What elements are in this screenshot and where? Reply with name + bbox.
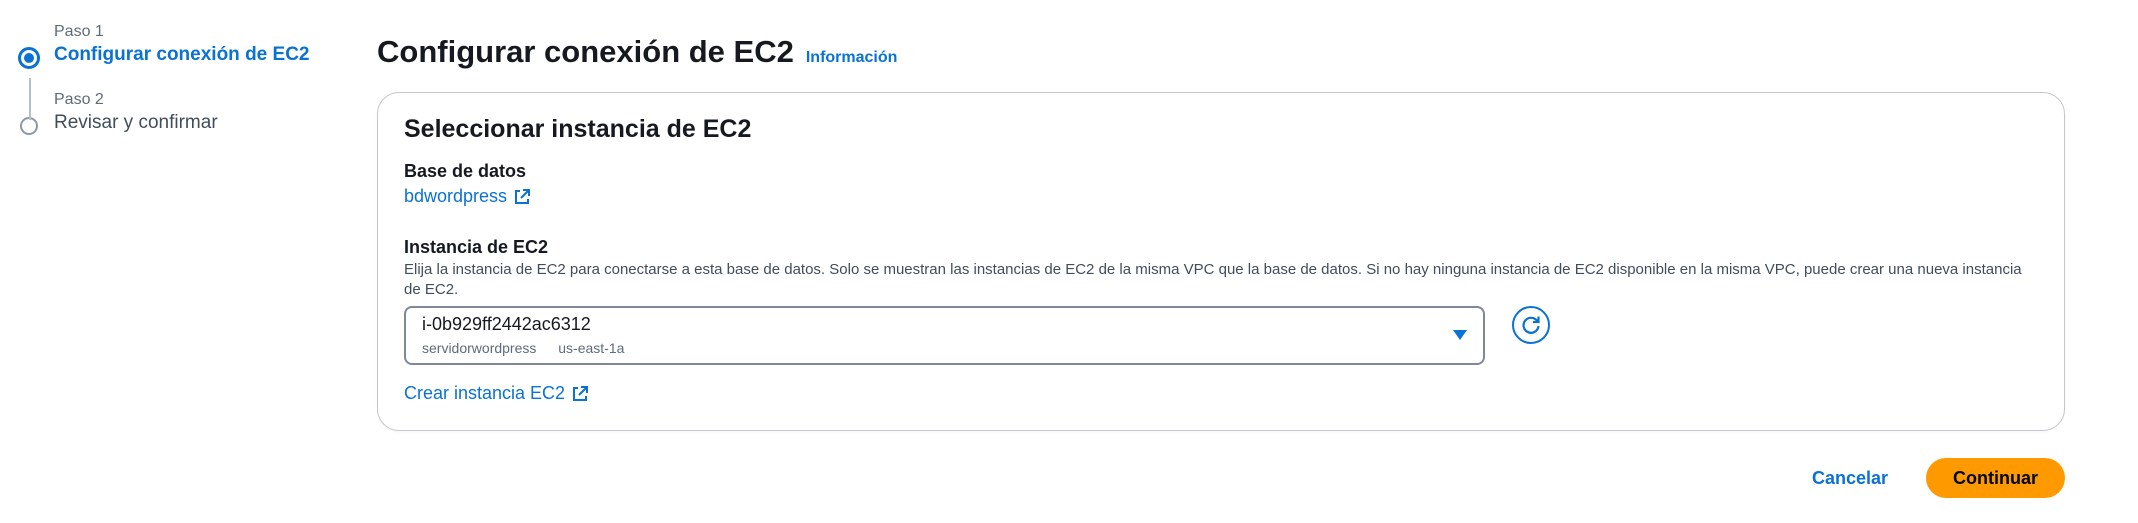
- external-link-icon: [573, 385, 589, 401]
- database-link-text: bdwordpress: [404, 186, 508, 206]
- page-header: Configurar conexión de EC2 Información: [377, 34, 897, 70]
- caret-down-icon: [1453, 330, 1467, 340]
- form-actions: Cancelar Continuar: [1812, 458, 2065, 498]
- cancel-button[interactable]: Cancelar: [1812, 468, 1888, 489]
- select-ec2-container: Seleccionar instancia de EC2 Base de dat…: [377, 92, 2065, 431]
- step-active-indicator-icon: [18, 47, 40, 69]
- database-link[interactable]: bdwordpress: [404, 186, 531, 207]
- instance-name-tag: servidorwordpress: [422, 340, 537, 356]
- instance-az-tag: us-east-1a: [558, 340, 625, 356]
- step-1-number: Paso 1: [54, 23, 104, 40]
- step-1-title[interactable]: Configurar conexión de EC2: [54, 42, 318, 68]
- refresh-button[interactable]: [1512, 306, 1550, 344]
- ec2-instance-select[interactable]: i-0b929ff2442ac6312 servidorwordpress us…: [404, 306, 1485, 365]
- step-2-number: Paso 2: [54, 91, 104, 108]
- ec2-instance-label: Instancia de EC2: [404, 237, 549, 257]
- continue-button[interactable]: Continuar: [1926, 458, 2065, 498]
- info-link[interactable]: Información: [806, 49, 898, 67]
- selected-instance-id: i-0b929ff2442ac6312: [422, 314, 591, 334]
- step-2-title: Revisar y confirmar: [54, 112, 218, 133]
- wizard-step-1[interactable]: Paso 1 Configurar conexión de EC2: [18, 22, 318, 69]
- selected-instance-tags: servidorwordpress us-east-1a: [422, 340, 624, 356]
- external-link-icon: [515, 188, 531, 204]
- ec2-instance-description: Elija la instancia de EC2 para conectars…: [404, 261, 2022, 298]
- wizard-step-2: Paso 2 Revisar y confirmar: [18, 90, 318, 136]
- container-title: Seleccionar instancia de EC2: [404, 115, 752, 143]
- step-connector-line: [29, 78, 31, 120]
- wizard-steps: Paso 1 Configurar conexión de EC2 Paso 2…: [18, 22, 318, 136]
- page-title: Configurar conexión de EC2: [377, 34, 794, 69]
- create-ec2-link-text: Crear instancia EC2: [404, 383, 566, 403]
- create-ec2-instance-link[interactable]: Crear instancia EC2: [404, 383, 589, 404]
- refresh-icon: [1522, 316, 1540, 334]
- database-label: Base de datos: [404, 161, 527, 181]
